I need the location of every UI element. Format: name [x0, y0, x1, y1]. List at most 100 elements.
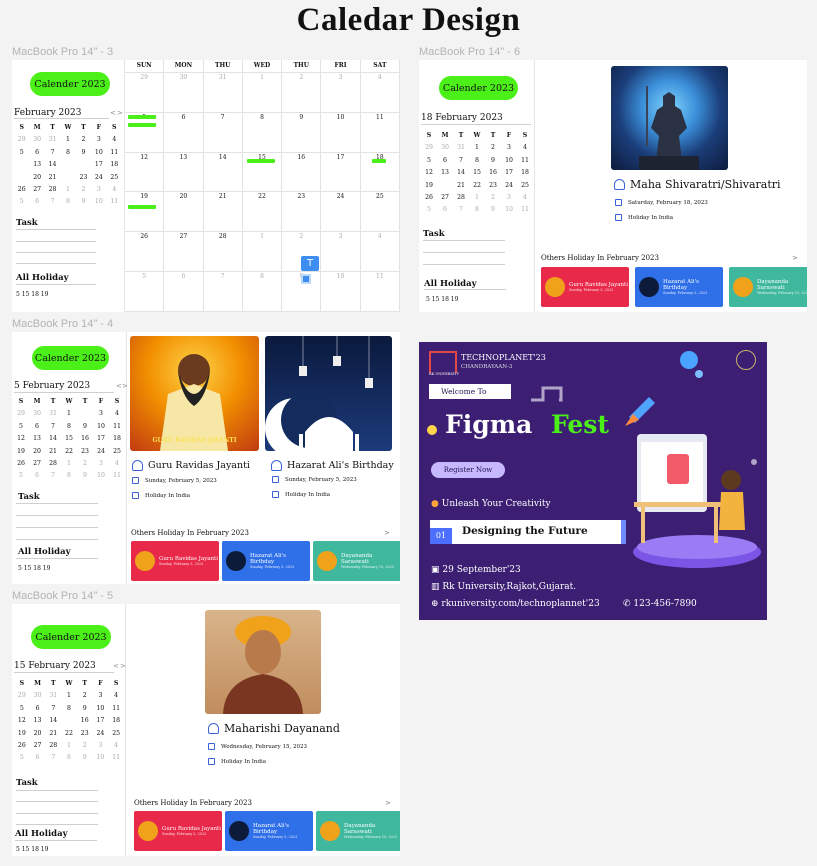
mini-day[interactable]: 22 [60, 172, 75, 184]
mini-day[interactable]: 1 [60, 184, 75, 196]
day-cell[interactable]: 3 [321, 232, 361, 273]
mini-day[interactable]: 19 [421, 180, 437, 192]
mini-day[interactable]: 1 [60, 134, 75, 146]
mini-day[interactable]: 18 [107, 159, 122, 171]
mini-day[interactable]: 20 [437, 180, 453, 192]
mini-day[interactable]: 3 [501, 142, 517, 154]
mini-day[interactable]: 24 [501, 180, 517, 192]
mini-day[interactable]: 19 [14, 172, 29, 184]
mini-day[interactable]: 21 [45, 172, 60, 184]
mini-day[interactable]: 9 [485, 155, 501, 167]
holiday-card[interactable]: Guru Ravidas Jayanti Sunday, February 5, … [131, 541, 219, 581]
mini-day[interactable]: 17 [93, 715, 109, 727]
mini-day[interactable]: 26 [13, 458, 29, 470]
calendar-button[interactable]: Calender 2023 [30, 72, 110, 96]
mini-day[interactable]: 16 [76, 159, 91, 171]
others-next-button[interactable]: > [384, 529, 390, 537]
mini-day[interactable]: 22 [469, 180, 485, 192]
mini-day[interactable]: 6 [30, 703, 46, 715]
day-cell[interactable]: 28 [203, 232, 243, 273]
mini-day[interactable]: 5 [14, 703, 30, 715]
day-cell[interactable]: 7 [203, 112, 243, 153]
mini-day[interactable]: 31 [45, 690, 61, 702]
mini-day[interactable]: 3 [93, 408, 109, 420]
mini-day[interactable]: 12 [14, 715, 30, 727]
mini-day[interactable]: 29 [14, 690, 30, 702]
mini-day[interactable]: 1 [61, 690, 77, 702]
others-next-button[interactable]: > [792, 254, 798, 262]
holiday-card[interactable]: Guru Ravidas Jayanti Sunday, February 5, … [134, 811, 222, 851]
day-cell[interactable]: 10 [321, 272, 361, 312]
mini-day[interactable]: 15 [61, 715, 77, 727]
mini-day[interactable]: 14 [45, 715, 61, 727]
holiday-card[interactable]: Dayananda Saraswati Wednesday, February 1… [313, 541, 400, 581]
holiday-card[interactable]: Hazarat Ali's Birthday Sunday, February 5… [635, 267, 723, 307]
day-cell[interactable]: 30 [164, 73, 204, 113]
event-chip[interactable] [128, 115, 156, 119]
mini-day[interactable]: 28 [453, 192, 469, 204]
mini-day[interactable]: 10 [91, 196, 106, 208]
mini-day[interactable]: 3 [93, 690, 109, 702]
mini-day[interactable]: 15 [469, 167, 485, 179]
day-cell[interactable]: 31 [203, 73, 243, 113]
mini-day[interactable]: 19 [14, 728, 30, 740]
mini-day[interactable]: 11 [109, 421, 125, 433]
mini-day[interactable]: 10 [93, 752, 109, 764]
mini-day[interactable]: 7 [453, 204, 469, 216]
mini-day[interactable]: 20 [29, 446, 45, 458]
mini-day[interactable]: 10 [93, 470, 109, 482]
mini-day[interactable]: 12 [14, 159, 29, 171]
mini-day[interactable]: 17 [93, 433, 109, 445]
day-cell[interactable]: 17 [321, 152, 361, 193]
mini-day[interactable]: 11 [107, 196, 122, 208]
mini-day[interactable]: 10 [501, 204, 517, 216]
mini-day[interactable]: 5 [14, 147, 29, 159]
day-cell[interactable]: 16 [282, 152, 322, 193]
mini-day[interactable]: 29 [13, 408, 29, 420]
mini-day[interactable]: 2 [77, 408, 93, 420]
mini-day[interactable]: 14 [45, 433, 61, 445]
day-cell[interactable]: 26 [125, 232, 165, 273]
mini-day[interactable]: 21 [45, 728, 61, 740]
day-cell[interactable]: 8 [242, 272, 283, 312]
mini-day[interactable]: 6 [29, 470, 45, 482]
mini-day[interactable]: 13 [30, 715, 46, 727]
day-cell[interactable]: 19 [125, 192, 165, 233]
mini-day[interactable]: 13 [29, 433, 45, 445]
mini-day[interactable]: 8 [469, 204, 485, 216]
mini-day[interactable]: 10 [91, 147, 106, 159]
day-cell[interactable]: 22 [242, 192, 283, 233]
day-cell[interactable]: 27 [164, 232, 204, 273]
mini-day[interactable]: 21 [453, 180, 469, 192]
mini-day[interactable]: 11 [517, 155, 533, 167]
mini-day[interactable]: 7 [45, 196, 60, 208]
mini-day[interactable]: 8 [61, 470, 77, 482]
mini-day[interactable]: 7 [45, 703, 61, 715]
mini-day[interactable]: 20 [30, 728, 46, 740]
mini-day[interactable]: 8 [61, 703, 77, 715]
event-chip[interactable] [372, 159, 386, 163]
mini-day[interactable]: 9 [76, 196, 91, 208]
mini-day[interactable]: 31 [45, 408, 61, 420]
mini-day[interactable]: 11 [107, 147, 122, 159]
mini-day[interactable]: 7 [45, 752, 61, 764]
holiday-card[interactable]: Hazarat Ali's Birthday Sunday, February 5… [225, 811, 313, 851]
day-cell[interactable]: 20 [164, 192, 204, 233]
mini-day[interactable]: 19 [13, 446, 29, 458]
mini-day[interactable]: 6 [29, 196, 44, 208]
prev-month-button[interactable]: < [110, 109, 116, 117]
day-cell[interactable]: 13 [164, 152, 204, 193]
day-cell[interactable]: 4 [360, 232, 400, 273]
mini-day[interactable]: 18 [109, 433, 125, 445]
mini-day[interactable]: 9 [77, 470, 93, 482]
mini-day[interactable]: 16 [77, 715, 93, 727]
mini-day[interactable]: 8 [60, 196, 75, 208]
mini-day[interactable]: 9 [77, 703, 93, 715]
holiday-card[interactable]: Dayananda Saraswati Wednesday, February 1… [316, 811, 400, 851]
mini-day[interactable]: 16 [485, 167, 501, 179]
mini-day[interactable]: 28 [45, 184, 60, 196]
mini-day[interactable]: 12 [421, 167, 437, 179]
mini-day[interactable]: 24 [93, 446, 109, 458]
mini-day[interactable]: 4 [517, 192, 533, 204]
mini-day[interactable]: 1 [61, 458, 77, 470]
